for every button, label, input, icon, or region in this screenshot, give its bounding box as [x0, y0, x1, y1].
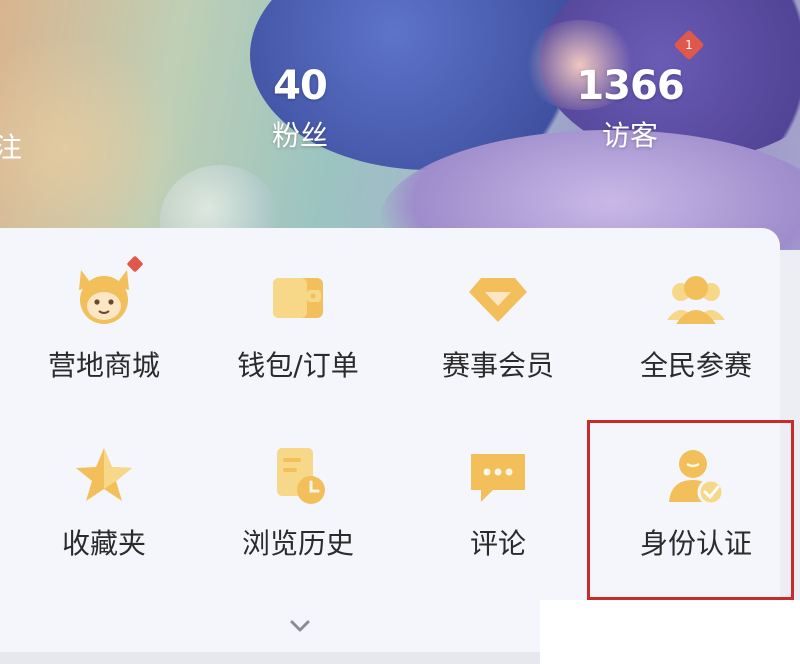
menu-label: 钱包/订单: [237, 349, 359, 382]
star-icon: [69, 440, 139, 510]
visitors-badge-count: 1: [685, 38, 693, 52]
fans-label: 粉丝: [271, 119, 328, 152]
camp-mascot-icon: [69, 255, 144, 332]
menu-item-favorites[interactable]: 收藏夹: [4, 440, 204, 562]
menu-label: 全民参赛: [639, 349, 752, 382]
panel-divider: [0, 652, 540, 664]
menu-item-camp-store[interactable]: 营地商城: [4, 255, 204, 384]
history-icon: [263, 440, 333, 510]
overlay-patch: [540, 600, 800, 664]
visitors-count: 1366: [576, 63, 684, 109]
menu-item-open-contest[interactable]: 全民参赛: [596, 262, 796, 384]
menu-label: 浏览历史: [241, 527, 354, 560]
profile-banner: 注 40 粉丝 1366 访客 1: [0, 0, 800, 250]
wallet-icon: [263, 262, 333, 332]
identity-verify-icon: [661, 440, 731, 510]
menu-item-browse-history[interactable]: 浏览历史: [198, 440, 398, 562]
menu-label: 赛事会员: [441, 349, 554, 382]
chevron-down-icon[interactable]: [286, 612, 314, 640]
menu-label: 身份认证: [639, 527, 752, 560]
group-icon: [661, 262, 731, 332]
comment-icon: [463, 440, 533, 510]
menu-item-identity-verification[interactable]: 身份认证: [596, 440, 796, 562]
menu-label: 收藏夹: [61, 527, 146, 560]
visitors-label: 访客: [601, 119, 658, 152]
menu-item-wallet-orders[interactable]: 钱包/订单: [198, 262, 398, 384]
stat-partial-label: 注: [0, 131, 23, 164]
fans-count: 40: [273, 63, 328, 109]
visitors-notification-badge: 1: [673, 29, 705, 61]
menu-item-comments[interactable]: 评论: [398, 440, 598, 562]
menu-label: 评论: [469, 527, 526, 560]
stat-visitors[interactable]: 1366 访客: [560, 62, 700, 156]
stat-fans[interactable]: 40 粉丝: [240, 62, 360, 156]
menu-label: 营地商城: [47, 349, 160, 382]
menu-item-event-membership[interactable]: 赛事会员: [398, 262, 598, 384]
diamond-icon: [463, 262, 533, 332]
